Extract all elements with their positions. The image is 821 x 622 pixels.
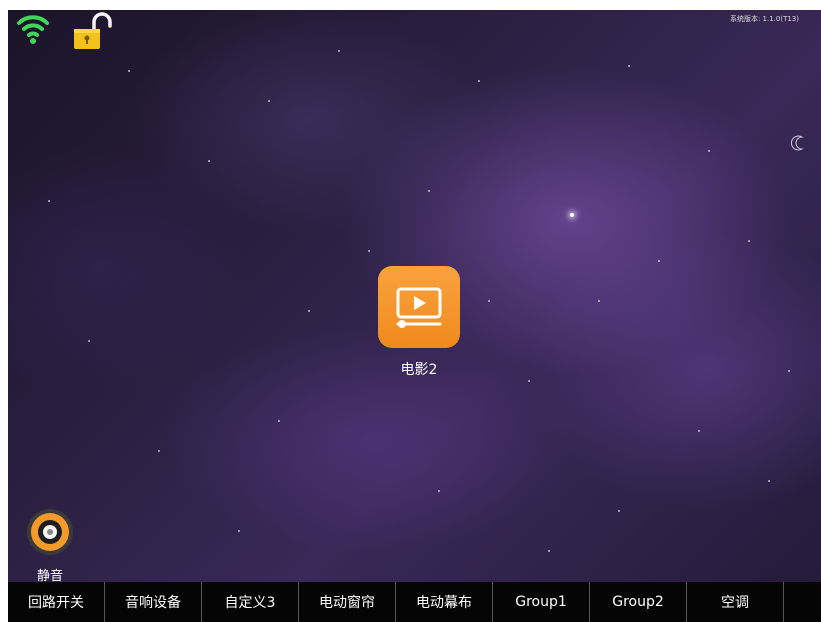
- tab-audio-equipment[interactable]: 音响设备: [105, 582, 202, 622]
- tab-overflow-partial[interactable]: [784, 582, 814, 622]
- tab-group1[interactable]: Group1: [493, 582, 590, 622]
- tab-electric-screen[interactable]: 电动幕布: [396, 582, 493, 622]
- scene-label: 电影2: [400, 362, 438, 378]
- speaker-icon[interactable]: [25, 507, 75, 557]
- bottom-tab-bar: 回路开关 音响设备 自定义3 电动窗帘 电动幕布 Group1 Group2 空…: [8, 582, 821, 622]
- mute-button[interactable]: 静音: [24, 507, 76, 584]
- home-screen: 系统版本: 1.1.0(T13) 电影2 静音 回路开关 音响设备 自定义3 电…: [8, 10, 821, 622]
- wifi-icon: [17, 15, 49, 44]
- tab-electric-curtain[interactable]: 电动窗帘: [299, 582, 396, 622]
- tab-custom-3[interactable]: 自定义3: [202, 582, 299, 622]
- tab-circuit-switch[interactable]: 回路开关: [8, 582, 105, 622]
- scene-movie-2[interactable]: 电影2: [378, 266, 460, 379]
- system-version-text: 系统版本: 1.1.0(T13): [729, 15, 799, 23]
- unlocked-padlock-icon[interactable]: [72, 10, 114, 52]
- tab-group2[interactable]: Group2: [590, 582, 687, 622]
- crescent-moon-icon: [791, 135, 804, 151]
- tab-air-conditioner[interactable]: 空调: [687, 582, 784, 622]
- movie-play-icon[interactable]: [378, 266, 460, 348]
